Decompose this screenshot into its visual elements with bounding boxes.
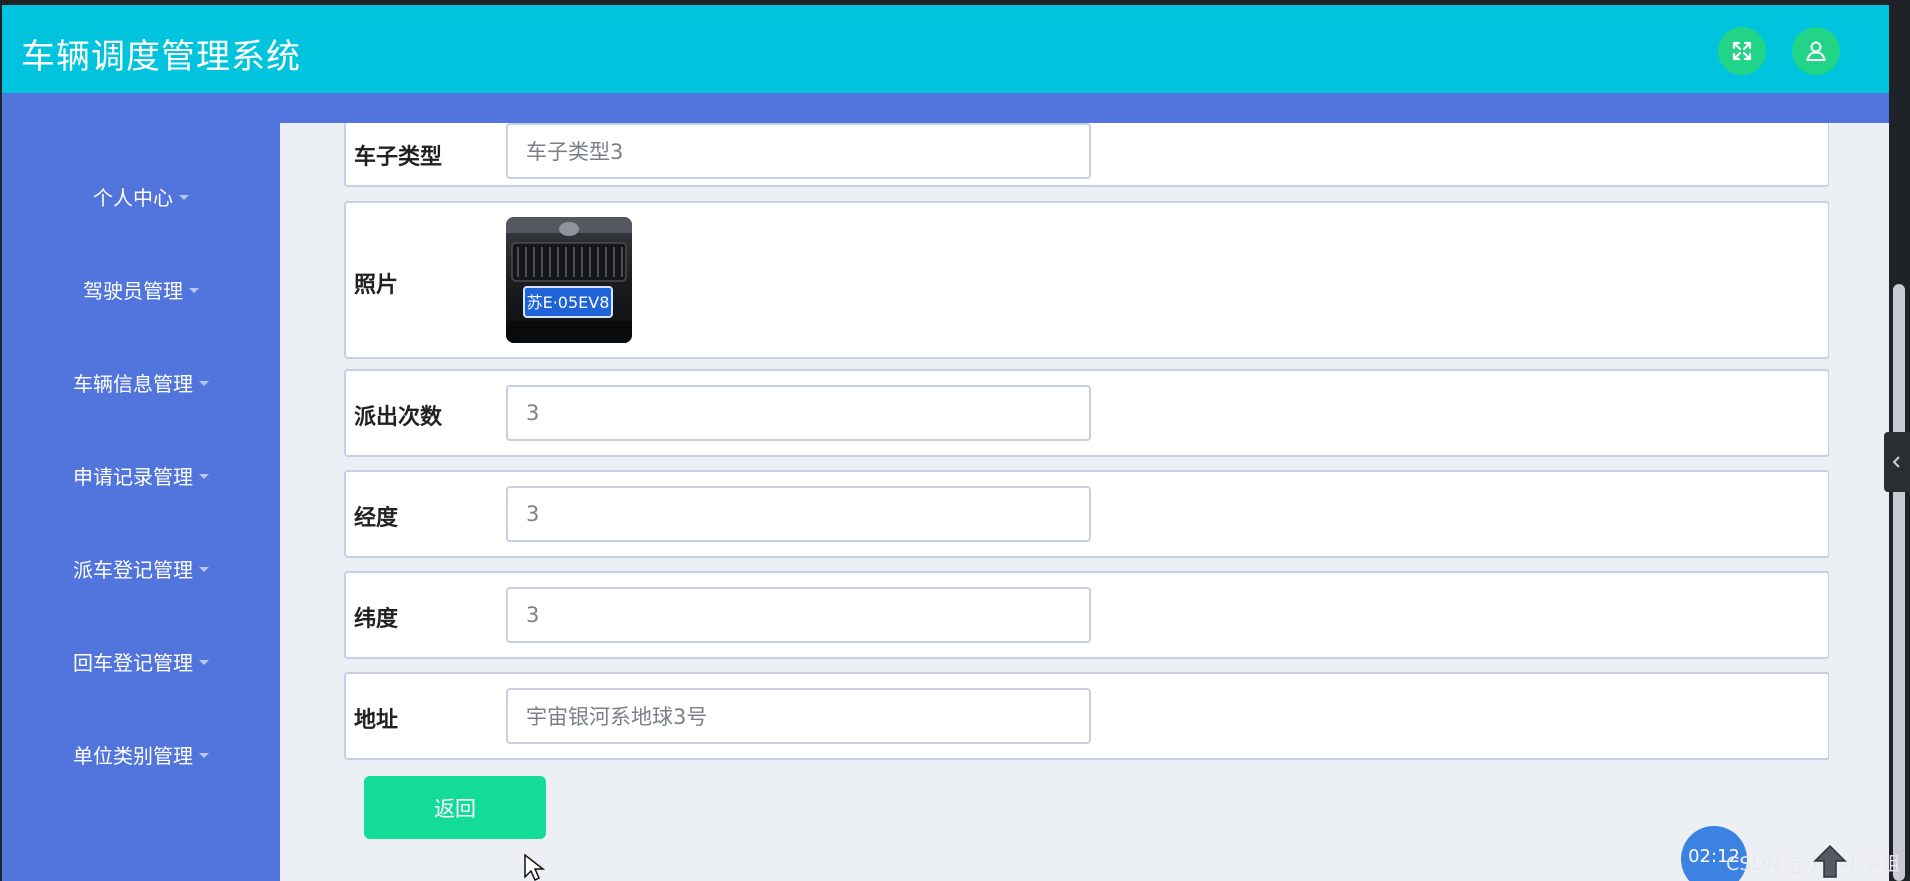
latitude-label: 纬度 [354,607,399,632]
latitude-field[interactable] [506,587,1091,643]
form-row-address: 地址 [344,672,1829,760]
back-button[interactable]: 返回 [364,776,546,839]
sidebar-item-label: 派车登记管理 [73,557,193,582]
address-label: 地址 [354,708,399,733]
sidebar-item-label: 单位类别管理 [73,743,193,768]
address-field[interactable] [506,688,1091,744]
sidebar-item-label: 个人中心 [93,185,173,210]
fullscreen-button[interactable] [1718,27,1766,75]
user-icon [1806,41,1826,61]
form-row-dispatch-count: 派出次数 [344,369,1829,457]
scrollbar-track [1829,123,1889,881]
app-window: 车辆调度管理系统 个人中心 驾驶员管理 车辆信息管理 申请记录管理 派车登记管理… [2,5,1889,881]
longitude-label: 经度 [354,506,399,531]
collapse-panel-button[interactable] [1884,432,1910,492]
form-row-latitude: 纬度 [344,571,1829,659]
app-title: 车辆调度管理系统 [21,37,301,77]
user-button[interactable] [1792,27,1840,75]
header-strip [2,93,1889,123]
caret-down-icon [199,659,209,665]
chevron-left-icon [1892,456,1900,468]
main-content: 车子类型 照片 [280,123,1829,881]
form-row-car-type: 车子类型 [344,123,1829,187]
back-to-top-icon[interactable] [1812,843,1848,879]
sidebar-item-label: 车辆信息管理 [73,371,193,396]
scrollbar-thumb[interactable] [1893,284,1905,881]
car-type-field[interactable] [506,123,1091,179]
caret-down-icon [199,380,209,386]
caret-down-icon [199,473,209,479]
caret-down-icon [179,194,189,200]
sidebar-item-return-registration[interactable]: 回车登记管理 [2,641,280,681]
sidebar-item-label: 驾驶员管理 [83,278,183,303]
mouse-pointer-icon [524,853,545,881]
dispatch-count-field[interactable] [506,385,1091,441]
expand-arrows-icon [1732,41,1752,61]
car-photo: 苏E·05EV8 [506,217,632,343]
caret-down-icon [199,752,209,758]
longitude-field[interactable] [506,486,1091,542]
sidebar: 个人中心 驾驶员管理 车辆信息管理 申请记录管理 派车登记管理 回车登记管理 单… [2,123,280,881]
sidebar-item-unit-category[interactable]: 单位类别管理 [2,734,280,774]
car-type-label: 车子类型 [354,145,443,170]
dispatch-count-label: 派出次数 [354,405,443,430]
form-row-photo: 照片 苏E·05EV8 [344,201,1829,359]
top-header: 车辆调度管理系统 [2,5,1889,93]
caret-down-icon [189,287,199,293]
form-row-longitude: 经度 [344,470,1829,558]
photo-label: 照片 [354,273,399,298]
sidebar-item-label: 回车登记管理 [73,650,193,675]
sidebar-item-dispatch-registration[interactable]: 派车登记管理 [2,548,280,588]
sidebar-item-driver-management[interactable]: 驾驶员管理 [2,269,280,309]
caret-down-icon [199,566,209,572]
sidebar-item-vehicle-info-management[interactable]: 车辆信息管理 [2,362,280,402]
sidebar-item-label: 申请记录管理 [73,464,193,489]
sidebar-item-personal-center[interactable]: 个人中心 [2,176,280,216]
sidebar-item-application-records[interactable]: 申请记录管理 [2,455,280,495]
plate-number: 苏E·05EV8 [527,293,610,312]
